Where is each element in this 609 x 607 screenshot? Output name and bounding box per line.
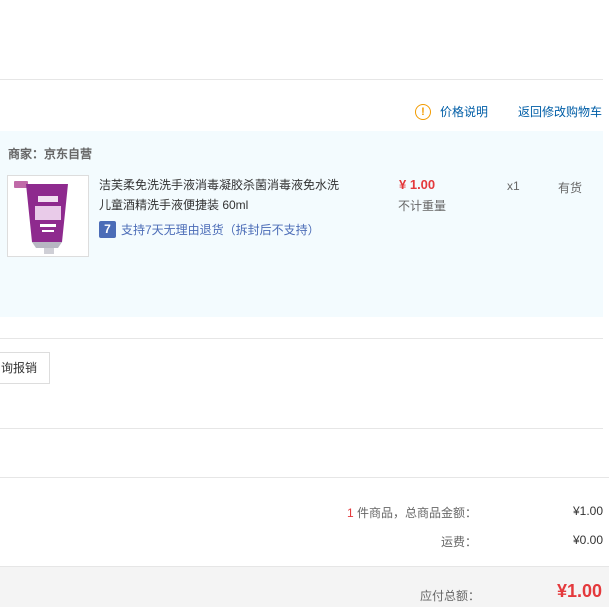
merchant-label: 商家：京东自营 [8, 147, 93, 161]
top-divider [0, 79, 603, 80]
product-quantity: x1 [507, 179, 520, 193]
back-to-cart-link[interactable]: 返回修改购物车 [518, 103, 602, 120]
exclamation-circle-icon: ! [415, 103, 431, 120]
divider [0, 338, 603, 339]
order-package: 商家：京东自营 洁芙柔免洗洗手液消毒凝胶杀菌消毒液免水洗儿童酒精洗手液便捷装 6… [0, 131, 603, 317]
hand-sanitizer-image [8, 176, 88, 256]
goods-count: 1 [346, 506, 354, 520]
payable-amount: ¥1.00 [556, 581, 602, 601]
price-note[interactable]: ! 价格说明 [415, 103, 488, 120]
invoice-button[interactable]: 询报销 [0, 352, 51, 384]
stock-status: 有货 [558, 181, 583, 195]
product-title[interactable]: 洁芙柔免洗洗手液消毒凝胶杀菌消毒液免水洗儿童酒精洗手液便捷装 60ml [99, 175, 349, 215]
divider [0, 477, 609, 478]
payable-bar: 应付总额： ¥1.00 [0, 566, 609, 607]
product-weight: 不计重量 [398, 199, 447, 213]
seven-day-return-icon: 7 [99, 221, 116, 238]
product-price: ¥ 1.00 [399, 177, 436, 192]
shipping-label: 运费： [440, 535, 477, 549]
goods-count-row: 1 件商品，总商品金额： [347, 504, 477, 521]
payable-label: 应付总额： [420, 589, 481, 603]
goods-total: ¥1.00 [572, 504, 603, 518]
return-policy: 7 支持7天无理由退货（拆封后不支持） [99, 221, 320, 238]
return-policy-text: 支持7天无理由退货（拆封后不支持） [121, 223, 320, 237]
goods-count-label: 件商品，总商品金额： [353, 506, 477, 520]
price-note-link[interactable]: 价格说明 [440, 103, 488, 120]
product-thumbnail[interactable] [7, 175, 89, 257]
shipping-fee: ¥0.00 [572, 533, 603, 547]
divider [0, 428, 603, 429]
